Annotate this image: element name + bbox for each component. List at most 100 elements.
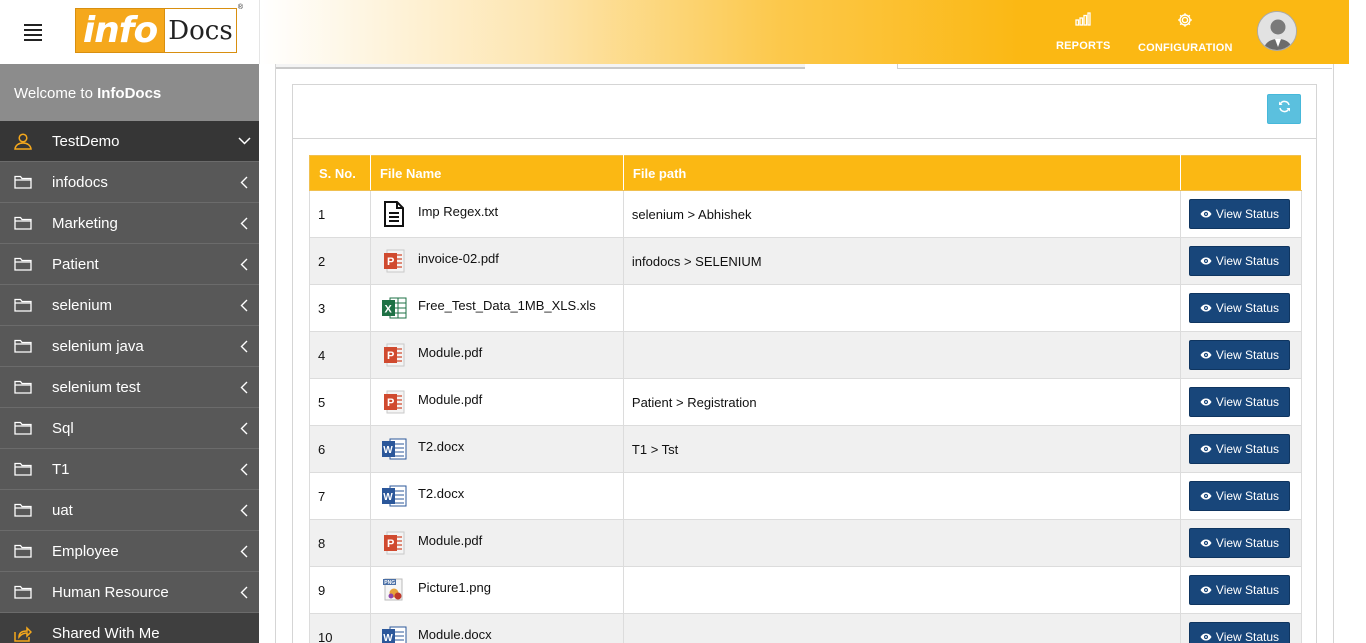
sidebar-item-label: Patient bbox=[52, 255, 99, 273]
view-status-button[interactable]: View Status bbox=[1188, 528, 1290, 558]
folder-icon bbox=[0, 421, 52, 435]
hamburger-menu-icon[interactable] bbox=[24, 24, 42, 41]
file-path bbox=[622, 613, 1181, 643]
chevron-left-icon bbox=[229, 340, 259, 353]
file-name[interactable]: Module.docx bbox=[418, 627, 492, 642]
sidebar-item-t1[interactable]: T1 bbox=[0, 449, 259, 490]
view-status-button[interactable]: View Status bbox=[1188, 293, 1290, 323]
table-row: 5 P Module.pdf Patient > Registration View S… bbox=[309, 378, 1303, 426]
svg-text:W: W bbox=[383, 445, 393, 456]
file-name[interactable]: Imp Regex.txt bbox=[418, 204, 498, 219]
view-status-button[interactable]: View Status bbox=[1188, 199, 1290, 229]
chevron-left-icon bbox=[229, 463, 259, 476]
file-name[interactable]: Module.pdf bbox=[418, 392, 482, 407]
table-row: 4 P Module.pdf View Status bbox=[309, 331, 1303, 379]
view-status-label: View Status bbox=[1215, 442, 1280, 456]
file-name[interactable]: Module.pdf bbox=[418, 345, 482, 360]
action-cell: View Status bbox=[1179, 613, 1303, 643]
file-name-cell: X Free_Test_Data_1MB_XLS.xls bbox=[369, 284, 624, 332]
eye-icon bbox=[1200, 254, 1212, 268]
eye-icon bbox=[1200, 348, 1212, 362]
sidebar-item-human-resource[interactable]: Human Resource bbox=[0, 572, 259, 613]
refresh-button[interactable] bbox=[1267, 94, 1301, 124]
file-path: Patient > Registration bbox=[622, 378, 1181, 426]
action-cell: View Status bbox=[1179, 472, 1303, 520]
word-file-icon: W bbox=[381, 483, 407, 509]
file-name-cell: W T2.docx bbox=[369, 425, 624, 473]
reports-nav[interactable]: REPORTS bbox=[1056, 12, 1111, 52]
view-status-label: View Status bbox=[1215, 583, 1280, 597]
row-number: 2 bbox=[309, 237, 371, 285]
table-row: 10 W Module.docx View Status bbox=[309, 613, 1303, 643]
pdf-file-icon: P bbox=[381, 248, 407, 274]
file-name[interactable]: T2.docx bbox=[418, 486, 464, 501]
sidebar-item-marketing[interactable]: Marketing bbox=[0, 203, 259, 244]
folder-icon bbox=[0, 216, 52, 230]
sidebar-item-shared-with-me[interactable]: Shared With Me bbox=[0, 613, 259, 643]
svg-text:W: W bbox=[383, 492, 393, 503]
word-file-icon: W bbox=[381, 436, 407, 462]
file-path: infodocs > SELENIUM bbox=[622, 237, 1181, 285]
sidebar-item-label: uat bbox=[52, 501, 73, 519]
view-status-label: View Status bbox=[1215, 536, 1280, 550]
view-status-label: View Status bbox=[1215, 301, 1280, 315]
svg-text:W: W bbox=[383, 633, 393, 643]
file-name[interactable]: Free_Test_Data_1MB_XLS.xls bbox=[418, 298, 596, 313]
action-cell: View Status bbox=[1179, 190, 1303, 238]
sidebar-item-uat[interactable]: uat bbox=[0, 490, 259, 531]
folder-icon bbox=[0, 257, 52, 271]
view-status-button[interactable]: View Status bbox=[1188, 434, 1290, 464]
eye-icon bbox=[1200, 207, 1212, 221]
configuration-nav[interactable]: CONFIGURATION bbox=[1138, 12, 1233, 54]
view-status-button[interactable]: View Status bbox=[1188, 575, 1290, 605]
bar-chart-icon bbox=[1075, 12, 1091, 31]
sidebar-item-selenium-java[interactable]: selenium java bbox=[0, 326, 259, 367]
view-status-button[interactable]: View Status bbox=[1188, 246, 1290, 276]
file-name[interactable]: invoice-02.pdf bbox=[418, 251, 499, 266]
svg-text:P: P bbox=[387, 397, 394, 409]
sidebar-item-testdemo[interactable]: TestDemo bbox=[0, 121, 259, 162]
action-cell: View Status bbox=[1179, 519, 1303, 567]
file-name-cell: PNG Picture1.png bbox=[369, 566, 624, 614]
folder-icon bbox=[0, 298, 52, 312]
sidebar-item-patient[interactable]: Patient bbox=[0, 244, 259, 285]
chevron-left-icon bbox=[229, 258, 259, 271]
eye-icon bbox=[1200, 442, 1212, 456]
row-number: 5 bbox=[309, 378, 371, 426]
file-name[interactable]: Picture1.png bbox=[418, 580, 491, 595]
file-path bbox=[622, 331, 1181, 379]
table-header-row: S. No. File Name File path bbox=[309, 155, 1303, 191]
folder-icon bbox=[0, 380, 52, 394]
view-status-label: View Status bbox=[1215, 254, 1280, 268]
view-status-button[interactable]: View Status bbox=[1188, 622, 1290, 643]
user-avatar[interactable] bbox=[1257, 11, 1297, 51]
welcome-text: Welcome to bbox=[14, 85, 98, 102]
sidebar-item-selenium-test[interactable]: selenium test bbox=[0, 367, 259, 408]
pdf-file-icon: P bbox=[381, 342, 407, 368]
file-name[interactable]: Module.pdf bbox=[418, 533, 482, 548]
action-cell: View Status bbox=[1179, 378, 1303, 426]
infodocs-logo[interactable]: info Docs ® bbox=[75, 4, 243, 53]
eye-icon bbox=[1200, 489, 1212, 503]
sidebar-item-infodocs[interactable]: infodocs bbox=[0, 162, 259, 203]
user-icon bbox=[0, 132, 52, 150]
sidebar-item-employee[interactable]: Employee bbox=[0, 531, 259, 572]
sidebar-item-sql[interactable]: Sql bbox=[0, 408, 259, 449]
folder-icon bbox=[0, 585, 52, 599]
eye-icon bbox=[1200, 395, 1212, 409]
file-name[interactable]: T2.docx bbox=[418, 439, 464, 454]
file-name-cell: Imp Regex.txt bbox=[369, 190, 624, 238]
excel-file-icon: X bbox=[381, 295, 407, 321]
svg-text:P: P bbox=[387, 256, 394, 268]
table-row: 6 W T2.docx T1 > Tst View Status bbox=[309, 425, 1303, 473]
view-status-button[interactable]: View Status bbox=[1188, 340, 1290, 370]
view-status-button[interactable]: View Status bbox=[1188, 481, 1290, 511]
header-bar: REPORTS CONFIGURATION bbox=[260, 0, 1349, 64]
view-status-button[interactable]: View Status bbox=[1188, 387, 1290, 417]
sidebar-item-selenium[interactable]: selenium bbox=[0, 285, 259, 326]
table-row: 9 PNG Picture1.png View Status bbox=[309, 566, 1303, 614]
text-file-icon bbox=[381, 201, 407, 227]
view-status-label: View Status bbox=[1215, 395, 1280, 409]
share-icon bbox=[0, 625, 52, 642]
eye-icon bbox=[1200, 301, 1212, 315]
